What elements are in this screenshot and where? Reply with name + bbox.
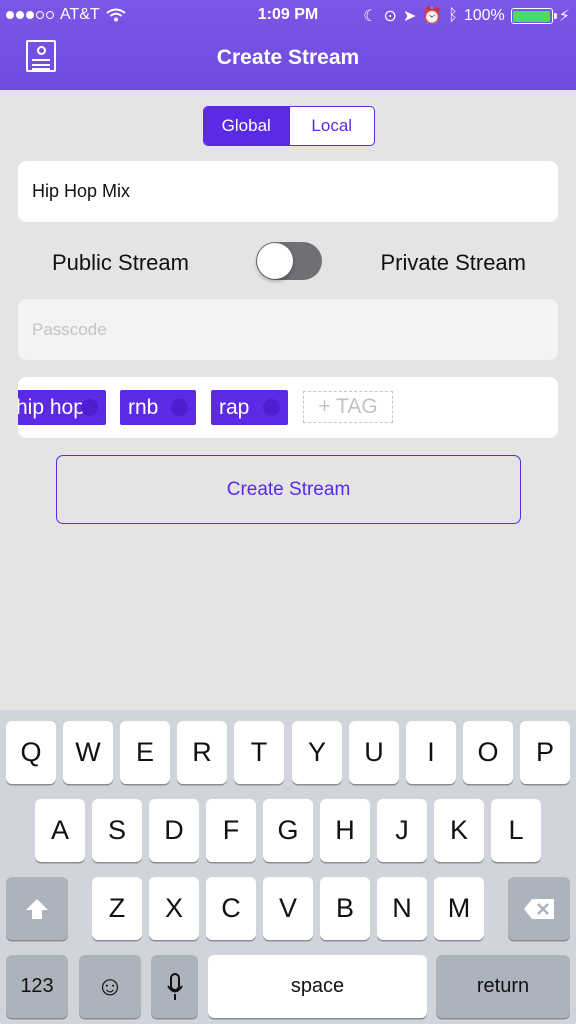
tag-chip[interactable]: rap	[211, 390, 288, 425]
key-v[interactable]: V	[263, 877, 313, 940]
remove-tag-icon[interactable]	[263, 399, 280, 416]
segment-local[interactable]: Local	[288, 107, 375, 145]
battery-icon	[510, 8, 557, 24]
scope-segmented-control: Global Local	[203, 106, 375, 146]
key-t[interactable]: T	[234, 721, 284, 784]
keyboard: Q W E R T Y U I O P A S D F G H J K L Z …	[0, 710, 576, 1024]
key-d[interactable]: D	[149, 799, 199, 862]
key-b[interactable]: B	[320, 877, 370, 940]
key-u[interactable]: U	[349, 721, 399, 784]
key-r[interactable]: R	[177, 721, 227, 784]
key-s[interactable]: S	[92, 799, 142, 862]
key-q[interactable]: Q	[6, 721, 56, 784]
space-key[interactable]: space	[208, 955, 427, 1018]
backspace-icon	[524, 898, 554, 919]
location-arrow-icon: ➤	[402, 8, 417, 25]
key-h[interactable]: H	[320, 799, 370, 862]
key-o[interactable]: O	[463, 721, 513, 784]
remove-tag-icon[interactable]	[81, 399, 98, 416]
passcode-input[interactable]: Passcode	[18, 299, 558, 360]
key-c[interactable]: C	[206, 877, 256, 940]
key-y[interactable]: Y	[292, 721, 342, 784]
tag-chip[interactable]: hip hop	[18, 390, 106, 425]
alarm-icon: ⏰	[422, 8, 443, 25]
status-bar: AT&T 1:09 PM ☾ ⊙ ➤ ⏰ ᛒ 100% ⚡	[0, 0, 576, 30]
key-l[interactable]: L	[491, 799, 541, 862]
battery-percent: 100%	[463, 7, 505, 24]
dictation-key[interactable]	[151, 955, 198, 1018]
privacy-toggle[interactable]	[256, 242, 322, 280]
tag-label: rnb	[128, 395, 159, 419]
key-f[interactable]: F	[206, 799, 256, 862]
microphone-icon	[166, 972, 183, 1000]
app-header: AT&T 1:09 PM ☾ ⊙ ➤ ⏰ ᛒ 100% ⚡ Create Str…	[0, 0, 576, 90]
key-e[interactable]: E	[120, 721, 170, 784]
create-stream-button[interactable]: Create Stream	[56, 455, 521, 524]
shift-key[interactable]	[6, 877, 68, 940]
key-p[interactable]: P	[520, 721, 570, 784]
emoji-icon: ☺	[96, 971, 124, 1001]
private-stream-label: Private Stream	[380, 250, 527, 275]
tag-chip[interactable]: rnb	[120, 390, 196, 425]
tag-label: hip hop	[18, 395, 85, 419]
page-title: Create Stream	[216, 46, 360, 69]
add-tag-button[interactable]: + TAG	[303, 391, 393, 423]
remove-tag-icon[interactable]	[171, 399, 188, 416]
tag-label: rap	[219, 395, 250, 419]
key-a[interactable]: A	[35, 799, 85, 862]
key-j[interactable]: J	[377, 799, 427, 862]
delete-key[interactable]	[508, 877, 570, 940]
numbers-key[interactable]: 123	[6, 955, 68, 1018]
public-stream-label: Public Stream	[52, 250, 189, 275]
key-x[interactable]: X	[149, 877, 199, 940]
stream-name-input[interactable]: Hip Hop Mix	[18, 161, 558, 222]
segment-global[interactable]: Global	[204, 107, 289, 145]
tags-field: hip hop rnb rap + TAG	[18, 377, 558, 438]
visibility-row: Public Stream Private Stream	[0, 240, 576, 284]
shift-arrow-icon	[26, 898, 48, 919]
key-g[interactable]: G	[263, 799, 313, 862]
key-i[interactable]: I	[406, 721, 456, 784]
moon-icon: ☾	[363, 8, 378, 25]
key-k[interactable]: K	[434, 799, 484, 862]
key-n[interactable]: N	[377, 877, 427, 940]
emoji-key[interactable]: ☺	[79, 955, 141, 1018]
charging-icon: ⚡	[558, 8, 570, 25]
rotation-lock-icon: ⊙	[383, 8, 397, 25]
key-m[interactable]: M	[434, 877, 484, 940]
bluetooth-icon: ᛒ	[448, 7, 458, 24]
key-w[interactable]: W	[63, 721, 113, 784]
return-key[interactable]: return	[436, 955, 570, 1018]
key-z[interactable]: Z	[92, 877, 142, 940]
